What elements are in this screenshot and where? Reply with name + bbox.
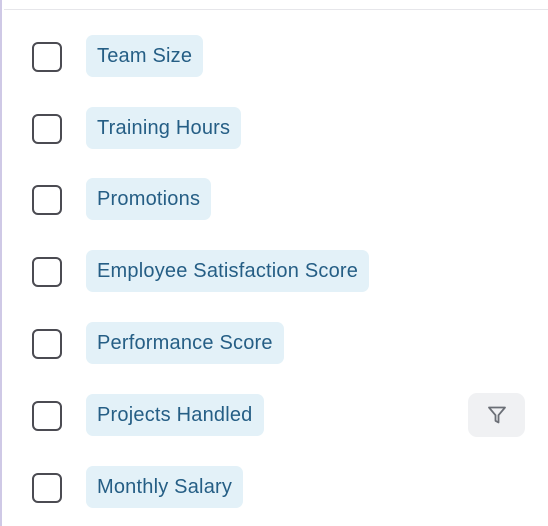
field-chip-label: Employee Satisfaction Score bbox=[86, 250, 370, 292]
field-row-team-size[interactable]: Team Size bbox=[2, 35, 548, 79]
field-checkbox[interactable] bbox=[32, 473, 62, 503]
field-row-employee-satisfaction-score[interactable]: Employee Satisfaction Score bbox=[2, 250, 548, 294]
field-chip-label: Team Size bbox=[86, 35, 204, 77]
field-chip-label: Monthly Salary bbox=[86, 466, 244, 508]
field-checkbox[interactable] bbox=[32, 185, 62, 215]
field-checkbox[interactable] bbox=[32, 42, 62, 72]
field-row-projects-handled[interactable]: Projects Handled bbox=[2, 393, 548, 438]
field-chip-label: Projects Handled bbox=[86, 394, 264, 436]
field-chip-label: Promotions bbox=[86, 178, 212, 220]
field-checkbox[interactable] bbox=[32, 329, 62, 359]
field-checkbox[interactable] bbox=[32, 114, 62, 144]
field-row-training-hours[interactable]: Training Hours bbox=[2, 107, 548, 151]
field-row-promotions[interactable]: Promotions bbox=[2, 178, 548, 222]
field-checkbox[interactable] bbox=[32, 257, 62, 287]
field-checkbox[interactable] bbox=[32, 401, 62, 431]
filter-icon bbox=[488, 406, 506, 424]
field-row-performance-score[interactable]: Performance Score bbox=[2, 322, 548, 366]
top-divider bbox=[4, 9, 548, 10]
field-chip-label: Training Hours bbox=[86, 107, 242, 149]
field-chip-label: Performance Score bbox=[86, 322, 284, 364]
field-list-panel: Team Size Training Hours Promotions Empl… bbox=[0, 0, 548, 526]
field-row-monthly-salary[interactable]: Monthly Salary bbox=[2, 466, 548, 510]
filter-button[interactable] bbox=[468, 393, 525, 437]
